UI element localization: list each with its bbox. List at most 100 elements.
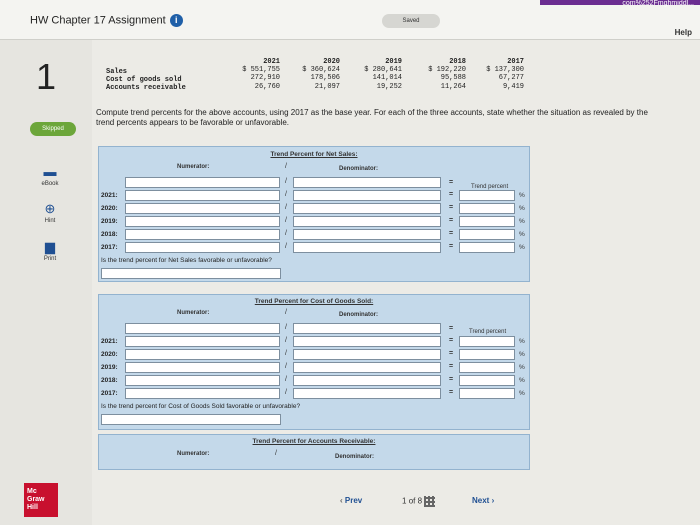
denominator-header: Denominator: [339,312,378,318]
equals-sign: = [449,325,454,332]
info-icon[interactable]: i [169,14,183,27]
numerator-input[interactable] [125,388,280,399]
top-bar: com%252Fmghmiddl... HW Chapter 17 Assign… [0,0,700,40]
numerator-input[interactable] [125,336,280,347]
year-label: 2018: [101,231,118,238]
book-icon: ▬ [43,164,57,179]
trend-percent-input[interactable] [459,203,515,214]
cell-value: $ 137,300 [486,66,524,74]
favorability-select[interactable] [101,414,281,425]
publisher-logo: Mc Graw Hill [24,483,58,517]
percent-sign: % [519,244,525,251]
favorability-question: Is the trend percent for Cost of Goods S… [101,403,301,410]
logo-line-3: Hill [27,504,38,511]
url-fragment: com%252Fmghmiddl... [622,0,694,7]
trend-percent-input[interactable] [459,216,515,227]
equals-sign: = [449,204,454,211]
cell-value: 272,910 [250,74,280,82]
cell-value: 141,014 [372,74,402,82]
divide-sign: / [285,337,287,344]
year-header: 2021 [263,58,280,66]
year-header: 2018 [449,58,466,66]
grid-icon[interactable] [424,496,436,507]
row-label: Cost of goods sold [106,76,182,84]
denominator-input[interactable] [293,242,441,253]
denominator-input[interactable] [293,388,441,399]
year-label: 2019: [101,364,118,371]
percent-sign: % [519,192,525,199]
question-number: 1 [36,56,57,97]
trend-percent-input[interactable] [459,336,515,347]
numerator-input[interactable] [125,375,280,386]
trend-percent-input[interactable] [459,349,515,360]
denominator-input[interactable] [293,177,441,188]
trend-percent-header: Trend percent [469,329,507,335]
cell-value: $ 280,641 [364,66,402,74]
numerator-input[interactable] [125,349,280,360]
hint-tool[interactable]: ⊕ Hint [30,201,70,225]
numerator-input[interactable] [125,229,280,240]
equals-sign: = [449,230,454,237]
trend-percent-input[interactable] [459,229,515,240]
numerator-input[interactable] [125,203,280,214]
cell-value: 11,264 [440,83,466,91]
trend-percent-input[interactable] [459,375,515,386]
numerator-input[interactable] [125,362,280,373]
trend-percent-input[interactable] [459,190,515,201]
print-label: Print [43,256,57,262]
denominator-input[interactable] [293,323,441,334]
numerator-input[interactable] [125,190,280,201]
denominator-input[interactable] [293,203,441,214]
row-label: Sales [106,68,128,76]
percent-sign: % [519,390,525,397]
trend-percent-input[interactable] [459,242,515,253]
divide-sign: / [285,324,287,331]
cell-value: 9,419 [502,83,524,91]
net-sales-panel: Trend Percent for Net Sales: Numerator: … [98,146,530,282]
denominator-input[interactable] [293,190,441,201]
print-tool[interactable]: ▆ Print [30,239,70,263]
numerator-input[interactable] [125,177,280,188]
hint-icon: ⊕ [44,201,56,216]
denominator-input[interactable] [293,375,441,386]
cell-value: $ 360,624 [302,66,340,74]
percent-sign: % [519,231,525,238]
numerator-input[interactable] [125,323,280,334]
favorability-select[interactable] [101,268,281,279]
equals-sign: = [449,376,454,383]
cell-value: 21,097 [314,83,340,91]
divide-sign: / [285,309,287,316]
trend-percent-input[interactable] [459,362,515,373]
current-page: 1 [402,496,407,506]
denominator-input[interactable] [293,362,441,373]
denominator-input[interactable] [293,229,441,240]
denominator-input[interactable] [293,336,441,347]
prev-button[interactable]: ‹ Prev [340,496,362,505]
next-button[interactable]: Next › [472,496,494,505]
divide-sign: / [285,243,287,250]
divide-sign: / [285,204,287,211]
assignment-title: HW Chapter 17 Assignment [30,14,166,27]
denominator-input[interactable] [293,349,441,360]
row-label: Accounts receivable [106,84,186,92]
equals-sign: = [449,217,454,224]
prev-label: Prev [344,496,363,505]
help-link[interactable]: Help [675,28,692,37]
percent-sign: % [519,364,525,371]
divide-sign: / [285,163,287,170]
numerator-input[interactable] [125,242,280,253]
question-prompt: Compute trend percents for the above acc… [96,108,648,127]
printer-icon: ▆ [45,239,55,254]
denominator-header: Denominator: [335,454,374,460]
year-label: 2020: [101,205,118,212]
year-label: 2017: [101,244,118,251]
percent-sign: % [519,218,525,225]
year-label: 2020: [101,351,118,358]
equals-sign: = [449,191,454,198]
denominator-input[interactable] [293,216,441,227]
trend-percent-input[interactable] [459,388,515,399]
year-label: 2019: [101,218,118,225]
year-label: 2021: [101,338,118,345]
numerator-input[interactable] [125,216,280,227]
ebook-tool[interactable]: ▬ eBook [30,164,70,188]
